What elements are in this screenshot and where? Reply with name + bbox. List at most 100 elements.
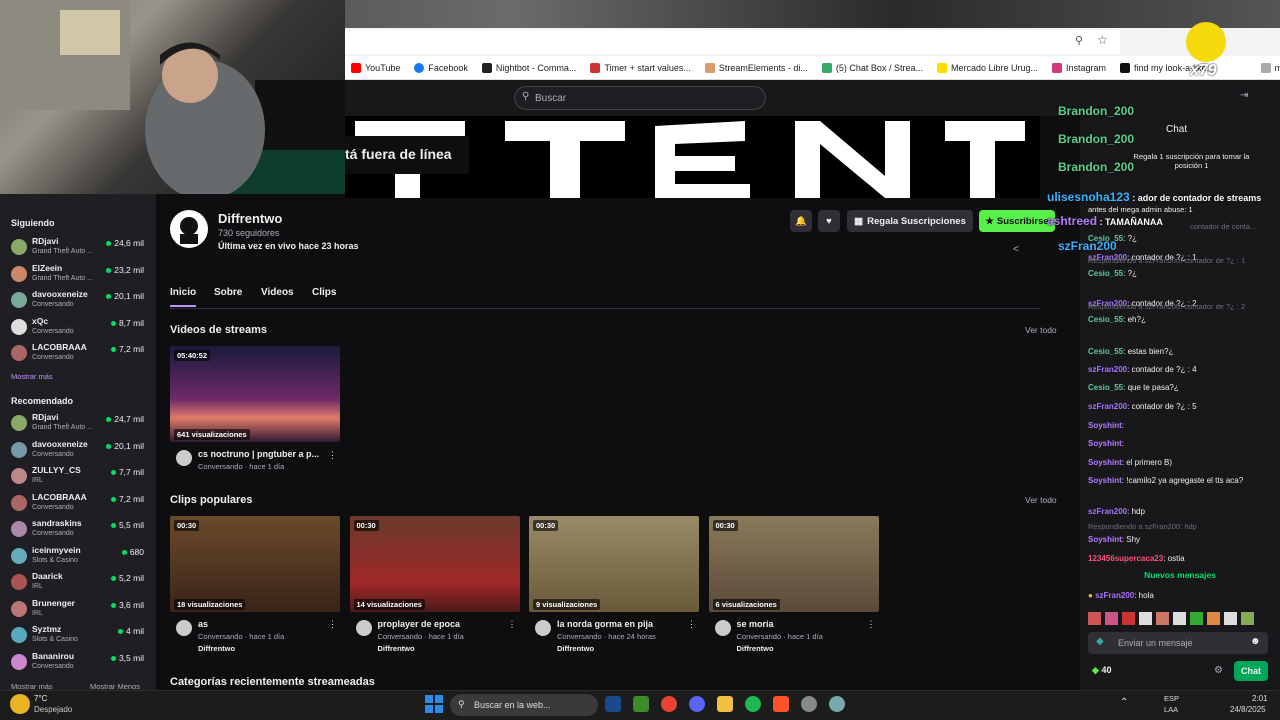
channel-points[interactable]: ◆ 40: [1092, 665, 1111, 676]
obs-icon[interactable]: [801, 696, 817, 712]
sidebar-channel[interactable]: ElZeein Grand Theft Auto ... 23,2 mil: [11, 263, 146, 289]
clip-thumbnail[interactable]: 00:30 14 visualizaciones: [349, 516, 520, 612]
app-icon[interactable]: [829, 696, 845, 712]
streams-see-all[interactable]: Ver todo: [1025, 325, 1057, 335]
bookmark-mercadolibre[interactable]: Mercado Libre Urug...: [936, 62, 1038, 73]
sidebar-channel[interactable]: Syztmz Slots & Casino 4 mil: [11, 624, 146, 650]
clip-channel[interactable]: Diffrentwo: [378, 644, 415, 653]
windows-start-icon[interactable]: [425, 695, 443, 713]
chat-username[interactable]: Soyshint: [1088, 476, 1122, 485]
emote-bar[interactable]: [1088, 612, 1268, 626]
chat-username[interactable]: Cesio_55: [1088, 315, 1123, 324]
clip-channel[interactable]: Diffrentwo: [557, 644, 594, 653]
bookmark-facebook[interactable]: Facebook: [414, 62, 468, 73]
chat-username[interactable]: Cesio_55: [1088, 383, 1123, 392]
show-more-following[interactable]: Mostrar más: [11, 372, 53, 381]
share-icon[interactable]: <: [1013, 244, 1019, 255]
taskbar-search[interactable]: ⚲ Buscar en la web...: [450, 694, 598, 716]
clip-channel-avatar[interactable]: [714, 620, 731, 636]
clip-channel-avatar[interactable]: [355, 620, 372, 636]
minecraft-icon[interactable]: [633, 696, 649, 712]
clip-title[interactable]: la norda gorma en pija: [557, 619, 653, 629]
sidebar-channel[interactable]: RDjavi Grand Theft Auto ... 24,6 mil: [11, 236, 146, 262]
sidebar-channel[interactable]: RDjavi Grand Theft Auto ... 24,7 mil: [11, 412, 146, 438]
chat-username[interactable]: szFran200: [1088, 402, 1127, 411]
clip-channel-avatar[interactable]: [176, 620, 192, 636]
sidebar-channel[interactable]: Brunenger IRL 3,6 mil: [11, 598, 146, 624]
spotify-icon[interactable]: [745, 696, 761, 712]
bookmark-timer[interactable]: Timer + start values...: [590, 62, 691, 73]
channel-avatar[interactable]: [170, 210, 208, 248]
video-channel-avatar[interactable]: [176, 450, 192, 466]
search-input[interactable]: ⚲ Buscar: [514, 86, 766, 110]
star-icon[interactable]: ☆: [1097, 33, 1108, 47]
tab-sobre[interactable]: Sobre: [214, 287, 242, 298]
video-thumbnail[interactable]: 05:40:52 641 visualizaciones: [170, 346, 340, 442]
clip-thumbnail[interactable]: 00:30 6 visualizaciones: [708, 516, 879, 612]
sidebar-channel[interactable]: LACOBRAAA Conversando 7,2 mil: [11, 492, 146, 518]
tab-inicio[interactable]: Inicio: [170, 287, 196, 298]
chat-username[interactable]: Soyshint: [1088, 439, 1122, 448]
subscribe-button[interactable]: ★ Suscribirse: [979, 210, 1055, 232]
sidebar-channel[interactable]: Daarick IRL 5,2 mil: [11, 571, 146, 597]
emote-picker-icon[interactable]: ☻: [1250, 636, 1261, 647]
bookmark-youtube[interactable]: YouTube: [351, 62, 400, 73]
clip-title[interactable]: se moria: [737, 619, 774, 629]
language-indicator[interactable]: ESP: [1164, 694, 1179, 703]
new-messages-divider[interactable]: Nuevos mensajes: [1080, 570, 1280, 584]
bookmarks-folder[interactable]: marcadores: [1260, 62, 1280, 73]
chat-username[interactable]: szFran200: [1088, 507, 1127, 516]
chat-settings-icon[interactable]: ⚙: [1214, 665, 1223, 676]
clock-date[interactable]: 24/8/2025: [1230, 705, 1266, 714]
chat-send-button[interactable]: Chat: [1234, 661, 1268, 681]
chat-username[interactable]: Soyshint: [1088, 458, 1122, 467]
clip-channel[interactable]: Diffrentwo: [198, 644, 235, 653]
discord-icon[interactable]: [689, 696, 705, 712]
brave-icon[interactable]: [773, 696, 789, 712]
clip-channel-avatar[interactable]: [535, 620, 551, 636]
chat-username[interactable]: Soyshint: [1088, 421, 1122, 430]
chat-username[interactable]: szFran200: [1095, 591, 1134, 600]
gift-subs-button[interactable]: ▦ Regala Suscripciones: [847, 210, 973, 232]
sidebar-channel[interactable]: Bananirou Conversando 3,5 mil: [11, 651, 146, 677]
clock-time[interactable]: 2:01: [1252, 694, 1268, 703]
sidebar-channel[interactable]: ZULLYY_CS IRL 7,7 mil: [11, 465, 146, 491]
tray-chevron-icon[interactable]: ⌃: [1120, 697, 1128, 708]
sidebar-channel[interactable]: LACOBRAAA Conversando 7,2 mil: [11, 342, 146, 368]
chat-username[interactable]: Soyshint: [1088, 535, 1122, 544]
channel-name[interactable]: Diffrentwo: [218, 211, 282, 226]
clip-thumbnail[interactable]: 00:30 18 visualizaciones: [170, 516, 340, 612]
sidebar-channel[interactable]: iceinmyvein Slots & Casino 680: [11, 545, 146, 571]
sidebar-channel[interactable]: sandraskins Conversando 5,5 mil: [11, 518, 146, 544]
file-explorer-icon[interactable]: [717, 696, 733, 712]
more-options-icon[interactable]: ⋮: [687, 619, 696, 630]
chat-username[interactable]: 123456supercaca23: [1088, 554, 1163, 563]
clip-channel[interactable]: Diffrentwo: [737, 644, 774, 653]
bookmark-instagram[interactable]: Instagram: [1052, 62, 1106, 73]
follow-heart-button[interactable]: ♥: [818, 210, 840, 232]
clips-see-all[interactable]: Ver todo: [1025, 495, 1057, 505]
more-options-icon[interactable]: ⋮: [508, 619, 517, 630]
keyboard-layout[interactable]: LAA: [1164, 705, 1178, 714]
clip-title[interactable]: proplayer de epoca: [378, 619, 461, 629]
bookmark-nightbot[interactable]: Nightbot - Comma...: [481, 62, 576, 73]
tab-clips[interactable]: Clips: [312, 287, 336, 298]
chrome-icon[interactable]: [661, 696, 677, 712]
more-options-icon[interactable]: ⋮: [328, 450, 337, 461]
chat-username[interactable]: Cesio_55: [1088, 269, 1123, 278]
address-bar[interactable]: ⚲ ☆: [345, 30, 1120, 54]
chat-username[interactable]: Cesio_55: [1088, 347, 1123, 356]
more-options-icon[interactable]: ⋮: [867, 619, 876, 630]
zoom-icon[interactable]: ⚲: [1075, 34, 1083, 47]
more-options-icon[interactable]: ⋮: [328, 619, 337, 630]
steam-icon[interactable]: [605, 696, 621, 712]
sidebar-channel[interactable]: davooxeneize Conversando 20,1 mil: [11, 289, 146, 315]
chat-username[interactable]: szFran200: [1088, 365, 1127, 374]
bookmark-chatbox[interactable]: (5) Chat Box / Strea...: [821, 62, 923, 73]
video-title[interactable]: cs noctruno | pngtuber a p...: [198, 449, 319, 459]
weather-icon[interactable]: [10, 694, 30, 714]
tab-videos[interactable]: Videos: [261, 287, 294, 298]
clip-thumbnail[interactable]: 00:30 9 visualizaciones: [529, 516, 699, 612]
clip-title[interactable]: as: [198, 619, 208, 629]
notification-bell-button[interactable]: 🔔: [790, 210, 812, 232]
